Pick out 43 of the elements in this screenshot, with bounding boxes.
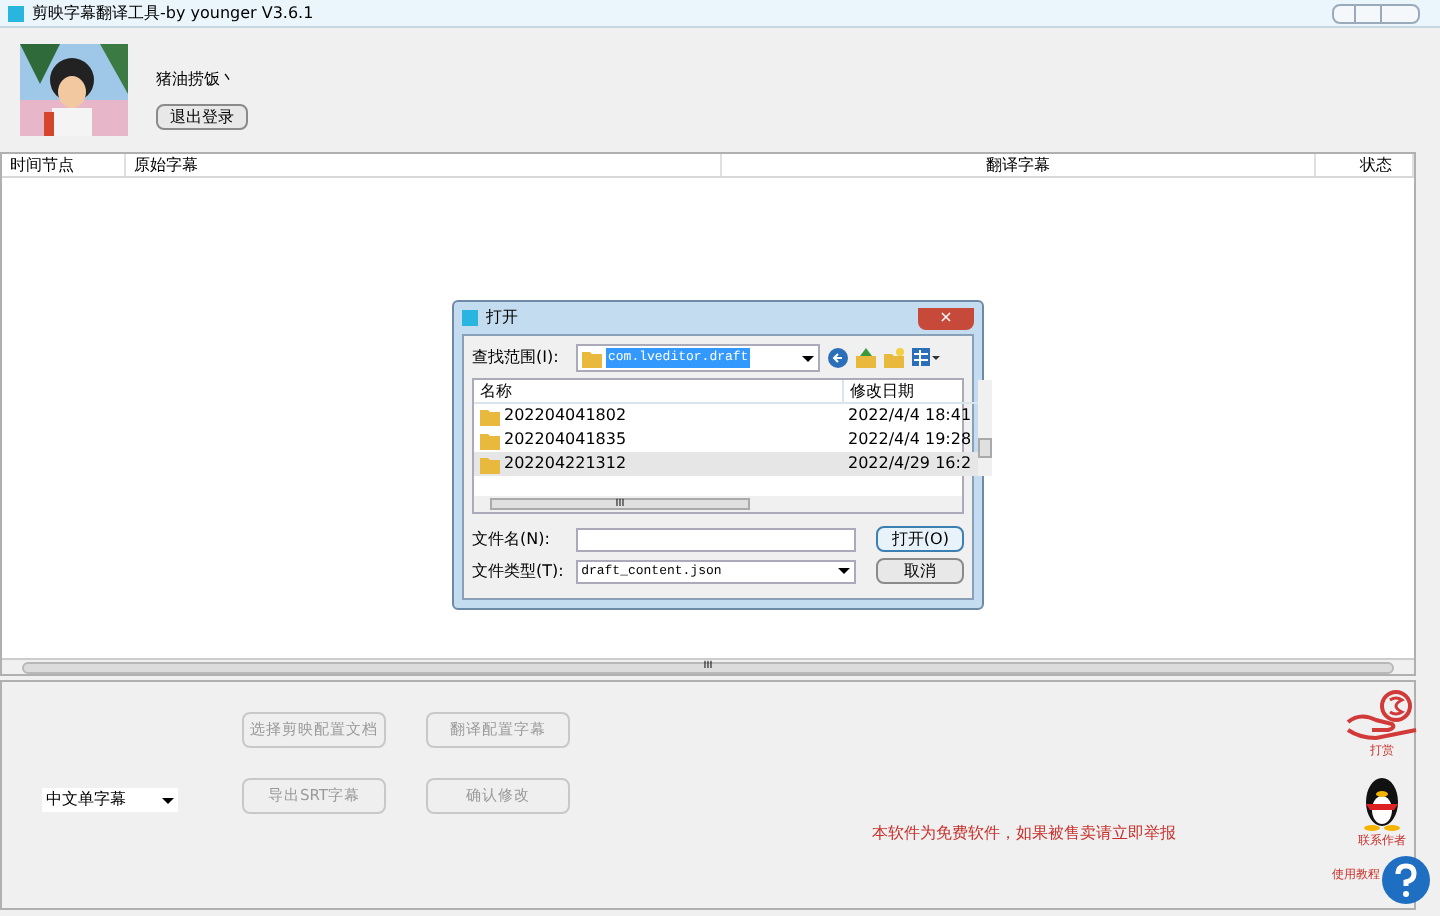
- close-button[interactable]: [1380, 3, 1420, 23]
- language-select[interactable]: 中文单字幕: [42, 788, 178, 812]
- file-row[interactable]: 202204041802 2022/4/4 18:41: [474, 404, 978, 428]
- caret-icon: [838, 568, 851, 574]
- scrollbar-thumb[interactable]: [977, 438, 992, 458]
- column-header[interactable]: 翻译字幕: [722, 154, 1316, 176]
- look-in-label: 查找范围(I):: [472, 346, 561, 370]
- help-icon[interactable]: [1380, 854, 1432, 906]
- caret-icon: [162, 797, 174, 803]
- user-name: 猪油捞饭丶: [156, 68, 236, 92]
- view-menu-icon[interactable]: [912, 348, 940, 368]
- file-row[interactable]: 202204221312 2022/4/29 16:2: [474, 452, 978, 476]
- app-icon: [462, 310, 478, 326]
- column-header[interactable]: 时间节点: [2, 154, 126, 176]
- new-folder-icon[interactable]: [884, 348, 904, 368]
- file-date: 2022/4/4 18:41: [846, 404, 974, 428]
- file-name: 202204041835: [504, 428, 627, 452]
- hand-coin-icon[interactable]: [1344, 690, 1420, 742]
- file-date: 2022/4/29 16:2: [846, 452, 974, 476]
- column-header[interactable]: 原始字幕: [126, 154, 722, 176]
- file-name: 202204221312: [504, 452, 627, 476]
- minimize-button[interactable]: [1332, 3, 1356, 23]
- cancel-button[interactable]: 取消: [876, 558, 964, 584]
- column-header[interactable]: 状态: [1316, 154, 1414, 176]
- window-title: 剪映字幕翻译工具-by younger V3.6.1: [32, 1, 314, 25]
- filename-field[interactable]: [575, 527, 857, 551]
- column-header[interactable]: 名称: [474, 380, 842, 402]
- folder-icon: [582, 349, 602, 367]
- dialog-title: 打开: [486, 306, 518, 330]
- logout-button[interactable]: 退出登录: [156, 104, 248, 130]
- file-date: 2022/4/4 19:28: [846, 428, 974, 452]
- filename-label: 文件名(N):: [472, 527, 552, 551]
- notice-text: 本软件为免费软件，如果被售卖请立即举报: [872, 822, 1176, 846]
- up-folder-icon[interactable]: [856, 348, 876, 368]
- maximize-button[interactable]: [1356, 3, 1380, 23]
- file-row[interactable]: 202204041835 2022/4/4 19:28: [474, 428, 978, 452]
- open-button[interactable]: 打开(O): [876, 526, 964, 552]
- back-icon[interactable]: [828, 348, 848, 368]
- filetype-label: 文件类型(T):: [472, 559, 566, 583]
- caret-icon: [802, 355, 814, 361]
- file-name: 202204041802: [504, 404, 627, 428]
- app-icon: [8, 5, 24, 21]
- close-button[interactable]: ×: [918, 307, 974, 329]
